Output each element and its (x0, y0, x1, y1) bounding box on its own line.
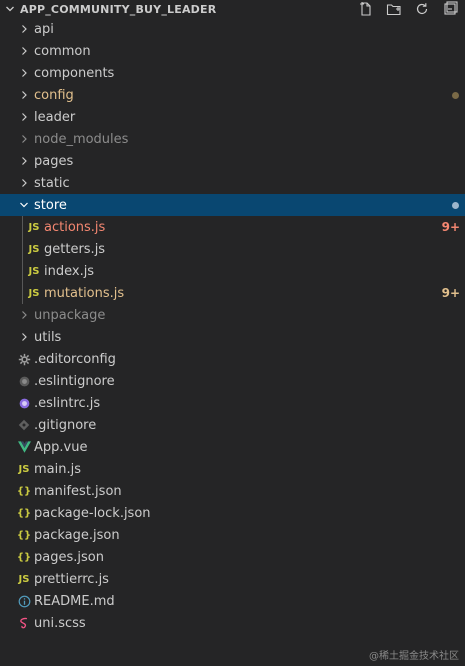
file-label: .eslintignore (34, 373, 115, 389)
folder-label: utils (34, 329, 62, 345)
folder-label: pages (34, 153, 74, 169)
tree-file-package-json[interactable]: {} package.json (0, 524, 465, 546)
file-label: prettierrc.js (34, 571, 109, 587)
chevron-down-icon[interactable] (2, 1, 18, 17)
tree-folder-unpackage[interactable]: unpackage (0, 304, 465, 326)
folder-label: node_modules (34, 131, 129, 147)
explorer-actions (355, 0, 465, 18)
file-label: uni.scss (34, 615, 86, 631)
refresh-icon[interactable] (411, 0, 433, 18)
tree-folder-pages[interactable]: pages (0, 150, 465, 172)
file-label: package.json (34, 527, 120, 543)
tree-folder-config[interactable]: config (0, 84, 465, 106)
tree-file-prettierrc-js[interactable]: JS prettierrc.js (0, 568, 465, 590)
file-label: main.js (34, 461, 81, 477)
file-label: actions.js (44, 219, 106, 235)
js-file-icon: JS (28, 287, 40, 299)
tree-file-uni-scss[interactable]: uni.scss (0, 612, 465, 634)
tree-file-index-js[interactable]: JS index.js (0, 260, 465, 282)
js-file-icon: JS (18, 573, 30, 585)
info-icon (16, 590, 32, 612)
json-file-icon: {} (16, 485, 32, 497)
chevron-right-icon[interactable] (16, 304, 32, 326)
tree-file-manifest-json[interactable]: {} manifest.json (0, 480, 465, 502)
tree-file-eslintrc[interactable]: .eslintrc.js (0, 392, 465, 414)
tree-file-package-lock-json[interactable]: {} package-lock.json (0, 502, 465, 524)
chevron-right-icon[interactable] (16, 128, 32, 150)
git-icon (16, 414, 32, 436)
folder-label: common (34, 43, 91, 59)
store-children: JS actions.js 9+ JS getters.js JS index.… (0, 216, 465, 304)
file-label: mutations.js (44, 285, 125, 301)
tree-file-eslintignore[interactable]: .eslintignore (0, 370, 465, 392)
js-file-icon: JS (18, 463, 30, 475)
chevron-right-icon[interactable] (16, 40, 32, 62)
eslint-icon (16, 370, 32, 392)
file-label: .editorconfig (34, 351, 116, 367)
tree-folder-leader[interactable]: leader (0, 106, 465, 128)
tree-file-app-vue[interactable]: App.vue (0, 436, 465, 458)
tree-folder-store[interactable]: store (0, 194, 465, 216)
folder-label: leader (34, 109, 76, 125)
tree-folder-components[interactable]: components (0, 62, 465, 84)
tree-folder-static[interactable]: static (0, 172, 465, 194)
new-file-icon[interactable] (355, 0, 377, 18)
file-label: App.vue (34, 439, 88, 455)
sass-icon (16, 612, 32, 634)
watermark: @稀土掘金技术社区 (369, 651, 459, 662)
tree-file-editorconfig[interactable]: .editorconfig (0, 348, 465, 370)
chevron-right-icon[interactable] (16, 326, 32, 348)
tree-folder-common[interactable]: common (0, 40, 465, 62)
chevron-right-icon[interactable] (16, 18, 32, 40)
gear-icon (16, 348, 32, 370)
folder-label: components (34, 65, 115, 81)
chevron-right-icon[interactable] (16, 150, 32, 172)
tree-file-gitignore[interactable]: .gitignore (0, 414, 465, 436)
folder-label: unpackage (34, 307, 106, 323)
problems-badge: 9+ (441, 220, 460, 234)
tree-file-actions-js[interactable]: JS actions.js 9+ (0, 216, 465, 238)
workspace-title: APP_COMMUNITY_BUY_LEADER (20, 2, 217, 16)
tree-file-readme[interactable]: README.md (0, 590, 465, 612)
file-label: .eslintrc.js (34, 395, 101, 411)
tree-folder-node-modules[interactable]: node_modules (0, 128, 465, 150)
problems-badge: 9+ (441, 286, 460, 300)
chevron-right-icon[interactable] (16, 172, 32, 194)
tree-file-pages-json[interactable]: {} pages.json (0, 546, 465, 568)
file-label: pages.json (34, 549, 104, 565)
modified-dot (452, 202, 459, 209)
file-label: README.md (34, 593, 115, 609)
folder-label: api (34, 21, 54, 37)
tree-folder-utils[interactable]: utils (0, 326, 465, 348)
chevron-right-icon[interactable] (16, 62, 32, 84)
tree-file-mutations-js[interactable]: JS mutations.js 9+ (0, 282, 465, 304)
file-label: .gitignore (34, 417, 97, 433)
new-folder-icon[interactable] (383, 0, 405, 18)
modified-dot (452, 92, 459, 99)
tree-file-main-js[interactable]: JS main.js (0, 458, 465, 480)
js-file-icon: JS (28, 221, 40, 233)
chevron-down-icon[interactable] (16, 194, 32, 216)
file-label: getters.js (44, 241, 106, 257)
folder-label: config (34, 87, 74, 103)
js-file-icon: JS (28, 265, 40, 277)
chevron-right-icon[interactable] (16, 106, 32, 128)
folder-label: static (34, 175, 70, 191)
eslint-icon (16, 392, 32, 414)
file-label: index.js (44, 263, 95, 279)
vue-icon (16, 436, 32, 458)
tree-file-getters-js[interactable]: JS getters.js (0, 238, 465, 260)
json-file-icon: {} (16, 507, 32, 519)
file-tree: api common components config leader node… (0, 18, 465, 634)
json-file-icon: {} (16, 551, 32, 563)
explorer-header[interactable]: APP_COMMUNITY_BUY_LEADER (0, 0, 465, 18)
file-label: manifest.json (34, 483, 122, 499)
folder-label: store (34, 197, 67, 213)
js-file-icon: JS (28, 243, 40, 255)
chevron-right-icon[interactable] (16, 84, 32, 106)
json-file-icon: {} (16, 529, 32, 541)
file-label: package-lock.json (34, 505, 151, 521)
tree-folder-api[interactable]: api (0, 18, 465, 40)
collapse-all-icon[interactable] (439, 0, 461, 18)
